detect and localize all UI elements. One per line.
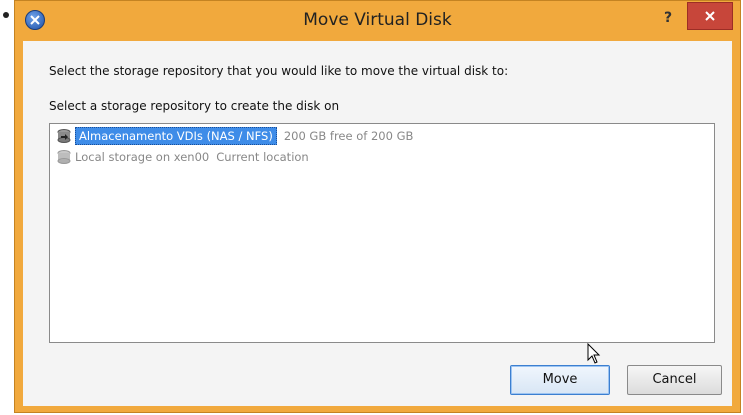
cancel-button[interactable]: Cancel xyxy=(627,365,722,395)
dialog-window: Move Virtual Disk ? Select the storage r… xyxy=(14,0,741,413)
storage-repository-list[interactable]: Almacenamento VDIs (NAS / NFS) 200 GB fr… xyxy=(49,123,715,343)
storage-disk-icon xyxy=(56,128,72,144)
list-item[interactable]: Almacenamento VDIs (NAS / NFS) 200 GB fr… xyxy=(56,127,413,145)
storage-name: Almacenamento VDIs (NAS / NFS) xyxy=(75,127,277,145)
help-button[interactable]: ? xyxy=(658,7,678,29)
dialog-content: Select the storage repository that you w… xyxy=(23,41,732,406)
mouse-cursor-icon xyxy=(587,343,601,364)
close-button[interactable] xyxy=(687,2,733,30)
storage-name: Local storage on xen00 xyxy=(75,150,210,164)
close-icon xyxy=(705,11,715,21)
storage-free-space: 200 GB free of 200 GB xyxy=(283,129,414,143)
storage-disk-icon xyxy=(56,149,72,165)
storage-location-note: Current location xyxy=(216,150,309,164)
list-item[interactable]: Local storage on xen00 Current location xyxy=(56,148,309,166)
title-bar[interactable]: Move Virtual Disk ? xyxy=(15,1,740,41)
move-button[interactable]: Move xyxy=(510,365,610,395)
bullet-marker xyxy=(3,12,9,18)
prompt-text: Select the storage repository that you w… xyxy=(49,64,509,78)
dialog-title: Move Virtual Disk xyxy=(303,10,452,30)
list-label: Select a storage repository to create th… xyxy=(49,99,340,113)
